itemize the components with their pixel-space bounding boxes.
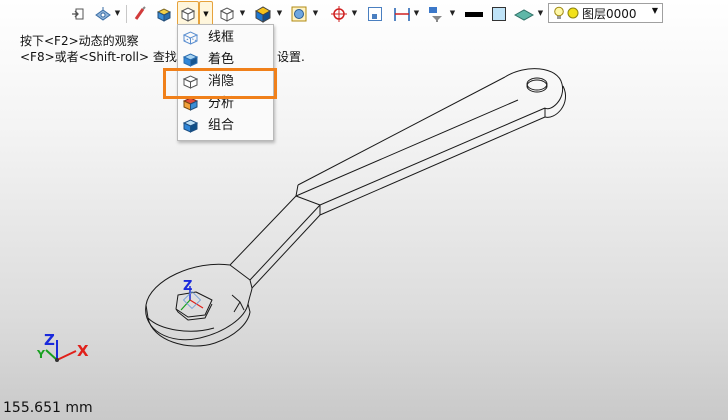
- menu-item-combined[interactable]: 组合: [178, 115, 271, 137]
- scale-readout: 155.651 mm: [3, 400, 93, 416]
- axis-x-label: X: [77, 342, 89, 360]
- local-z-label: Z: [183, 279, 192, 294]
- model-viewport[interactable]: Z Z X Y: [0, 0, 728, 420]
- highlight-box: [163, 68, 277, 99]
- axis-z-label: Z: [44, 331, 55, 349]
- combined-cube-icon: [182, 118, 199, 134]
- axis-y-label: Y: [36, 348, 46, 361]
- wireframe-cube-icon: [182, 30, 199, 46]
- shaded-cube-icon: [182, 52, 199, 68]
- menu-item-wireframe[interactable]: 线框: [178, 27, 271, 49]
- menu-item-label: 线框: [208, 30, 235, 45]
- menu-item-label: 着色: [208, 52, 235, 67]
- menu-item-label: 组合: [208, 118, 235, 133]
